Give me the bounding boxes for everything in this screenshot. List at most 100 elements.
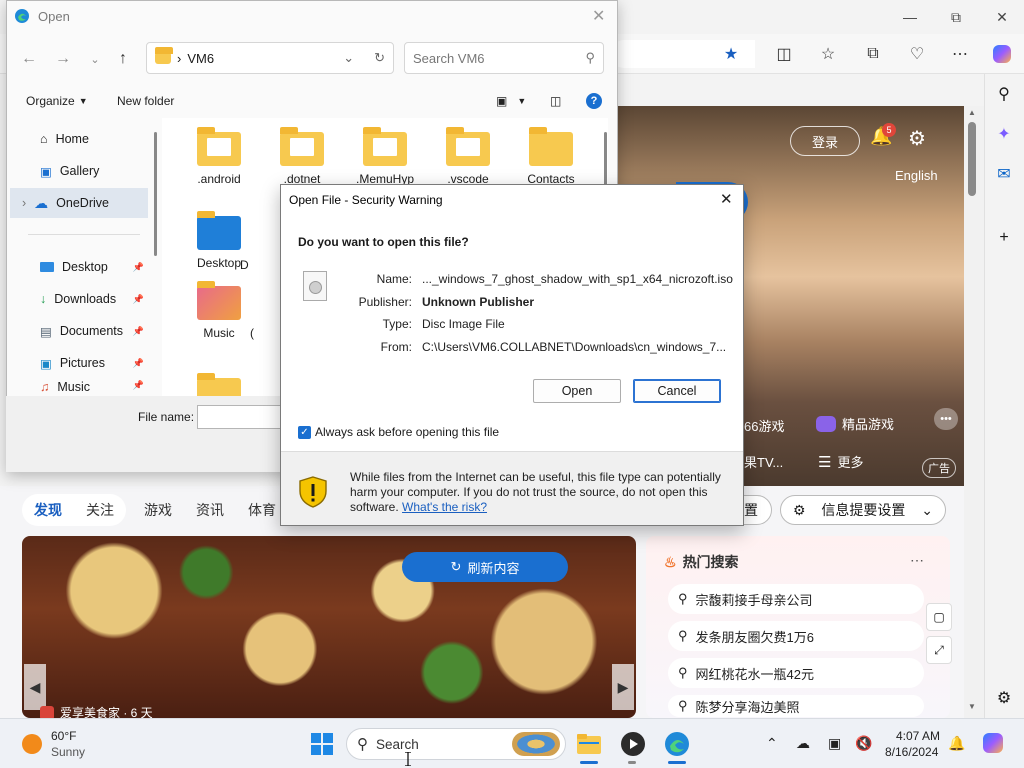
- favorites-icon[interactable]: ☆: [814, 40, 842, 68]
- hot-search-item[interactable]: ⚲ 宗馥莉接手母亲公司: [668, 584, 924, 614]
- feedback-icon[interactable]: ▢: [926, 603, 952, 631]
- up-arrow-icon[interactable]: ↑: [112, 48, 134, 70]
- path-dropdown-icon[interactable]: ⌄: [343, 50, 354, 66]
- nav-item-label: Pictures: [59, 356, 105, 370]
- file-dialog-close-button[interactable]: ✕: [592, 6, 605, 26]
- notification-bell-icon[interactable]: 🔔: [948, 735, 965, 752]
- page-scrollbar-thumb[interactable]: [968, 122, 976, 196]
- clock-date[interactable]: 8/16/2024: [885, 745, 938, 759]
- tab-games[interactable]: 游戏: [132, 494, 184, 526]
- search-input[interactable]: Search VM6 ⚲: [404, 42, 604, 74]
- show-hidden-icons-chevron[interactable]: ⌃: [766, 735, 778, 752]
- view-options-icon[interactable]: ▣ ▼: [496, 94, 526, 108]
- more-menu-icon[interactable]: ⋯: [946, 40, 974, 68]
- split-screen-icon[interactable]: ◫: [770, 40, 798, 68]
- nav-item-documents[interactable]: ▤ Documents 📌: [10, 316, 148, 346]
- hot-search-more-icon[interactable]: ⋯: [910, 552, 924, 569]
- link-tv[interactable]: 果TV...: [744, 452, 783, 471]
- hot-search-item[interactable]: ⚲ 陈梦分享海边美照: [668, 695, 924, 717]
- sun-weather-icon[interactable]: [22, 734, 42, 754]
- restore-button[interactable]: ⧉: [944, 6, 968, 28]
- folder-item[interactable]: Contacts: [515, 127, 587, 186]
- whats-the-risk-link[interactable]: What's the risk?: [402, 500, 487, 514]
- info-settings-button[interactable]: ⚙ 信息提要设置 ⌄: [780, 495, 946, 525]
- nav-item-pictures[interactable]: ▣ Pictures 📌: [10, 348, 148, 378]
- hot-search-item[interactable]: ⚲ 网红桃花水一瓶42元: [668, 658, 924, 688]
- nav-item-desktop[interactable]: Desktop 📌: [10, 252, 148, 282]
- page-scrollbar[interactable]: [964, 106, 984, 718]
- scroll-up-icon[interactable]: ▲: [968, 108, 976, 117]
- sidebar-settings-icon[interactable]: ⚙: [990, 684, 1018, 712]
- folder-item[interactable]: .MemuHyp: [349, 127, 421, 186]
- folder-item[interactable]: (: [250, 326, 270, 344]
- search-highlight-image[interactable]: [512, 732, 560, 756]
- carousel-next-button[interactable]: ▶: [612, 664, 634, 710]
- minimize-button[interactable]: —: [898, 6, 922, 28]
- folder-item[interactable]: .vscode: [432, 127, 504, 186]
- refresh-icon[interactable]: ↻: [374, 50, 385, 66]
- open-button[interactable]: Open: [533, 379, 621, 403]
- sidebar-add-icon[interactable]: +: [990, 224, 1018, 252]
- expand-icon[interactable]: ⤢: [926, 636, 952, 664]
- browser-essentials-icon[interactable]: ♡: [903, 40, 931, 68]
- nav-pane-scrollbar[interactable]: [154, 132, 157, 256]
- copilot-pre-icon[interactable]: [982, 732, 1004, 754]
- file-explorer-icon[interactable]: [573, 728, 605, 760]
- network-disconnected-icon[interactable]: ☁: [796, 735, 810, 752]
- edge-icon[interactable]: [661, 728, 693, 760]
- favorite-star-icon[interactable]: ★: [717, 40, 745, 68]
- new-folder-button[interactable]: New folder: [117, 94, 174, 108]
- link-games[interactable]: 66游戏: [744, 416, 784, 435]
- copilot-icon[interactable]: [988, 40, 1016, 68]
- sidebar-copilot-icon[interactable]: ✦: [990, 120, 1018, 148]
- tab-follow[interactable]: 关注: [74, 494, 126, 526]
- folder-item[interactable]: .dotnet: [266, 127, 338, 186]
- organize-button[interactable]: Organize ▼: [26, 94, 88, 108]
- link-premium-games[interactable]: 精品游戏: [816, 414, 894, 433]
- language-link[interactable]: English: [895, 168, 938, 183]
- filename-input[interactable]: [197, 405, 287, 429]
- link-more[interactable]: ☰ 更多: [818, 452, 863, 471]
- weather-description[interactable]: Sunny: [51, 745, 85, 759]
- nav-item-gallery[interactable]: ▣ Gallery: [10, 156, 148, 186]
- help-icon[interactable]: ?: [586, 93, 602, 109]
- tab-discover[interactable]: 发现: [22, 494, 74, 526]
- scroll-down-icon[interactable]: ▼: [968, 702, 976, 711]
- nav-item-home[interactable]: ⌂ Home: [10, 124, 148, 154]
- nav-item-onedrive[interactable]: › ☁ OneDrive: [10, 188, 148, 218]
- tab-news[interactable]: 资讯: [184, 494, 236, 526]
- nav-item-music[interactable]: ♫ Music 📌: [10, 380, 148, 396]
- refresh-content-button[interactable]: ↻ 刷新内容: [402, 552, 568, 582]
- hero-more-icon[interactable]: •••: [934, 408, 958, 430]
- address-path-box[interactable]: › VM6 ⌄ ↻: [146, 42, 394, 74]
- desktop-folder-icon: [197, 211, 241, 250]
- back-arrow-icon[interactable]: ←: [18, 48, 40, 70]
- windows-start-icon[interactable]: [310, 732, 334, 756]
- cancel-button[interactable]: Cancel: [633, 379, 721, 403]
- home-icon: ⌂: [40, 132, 48, 146]
- display-icon[interactable]: ▣: [828, 735, 841, 752]
- clock-time[interactable]: 4:07 AM: [896, 729, 940, 743]
- folder-item[interactable]: D: [240, 258, 270, 278]
- type-label: Type:: [382, 317, 412, 331]
- close-window-button[interactable]: ✕: [990, 6, 1014, 28]
- nav-item-downloads[interactable]: ↓ Downloads 📌: [10, 284, 148, 314]
- checkbox-checked-icon[interactable]: ✓: [298, 425, 311, 439]
- folder-item[interactable]: Music: [183, 281, 255, 340]
- sidebar-search-icon[interactable]: ⚲: [990, 80, 1018, 108]
- gear-icon[interactable]: ⚙: [908, 126, 926, 151]
- login-button[interactable]: 登录: [790, 126, 860, 156]
- recent-dropdown-icon[interactable]: ⌄: [84, 48, 106, 70]
- preview-pane-icon[interactable]: ◫: [550, 94, 561, 108]
- hot-search-item[interactable]: ⚲ 发条朋友圈欠费1万6: [668, 621, 924, 651]
- collections-icon[interactable]: ⧉: [859, 40, 887, 68]
- always-ask-checkbox[interactable]: ✓ Always ask before opening this file: [298, 425, 499, 439]
- outlook-icon[interactable]: ✉: [990, 160, 1018, 188]
- weather-temperature[interactable]: 60°F: [51, 729, 76, 743]
- folder-item[interactable]: .android: [183, 127, 255, 186]
- volume-muted-icon[interactable]: 🔇: [855, 735, 872, 752]
- media-player-icon[interactable]: [617, 728, 649, 760]
- forward-arrow-icon[interactable]: →: [52, 48, 74, 70]
- security-dialog-close-button[interactable]: ✕: [720, 190, 733, 208]
- folder-item[interactable]: [197, 372, 241, 396]
